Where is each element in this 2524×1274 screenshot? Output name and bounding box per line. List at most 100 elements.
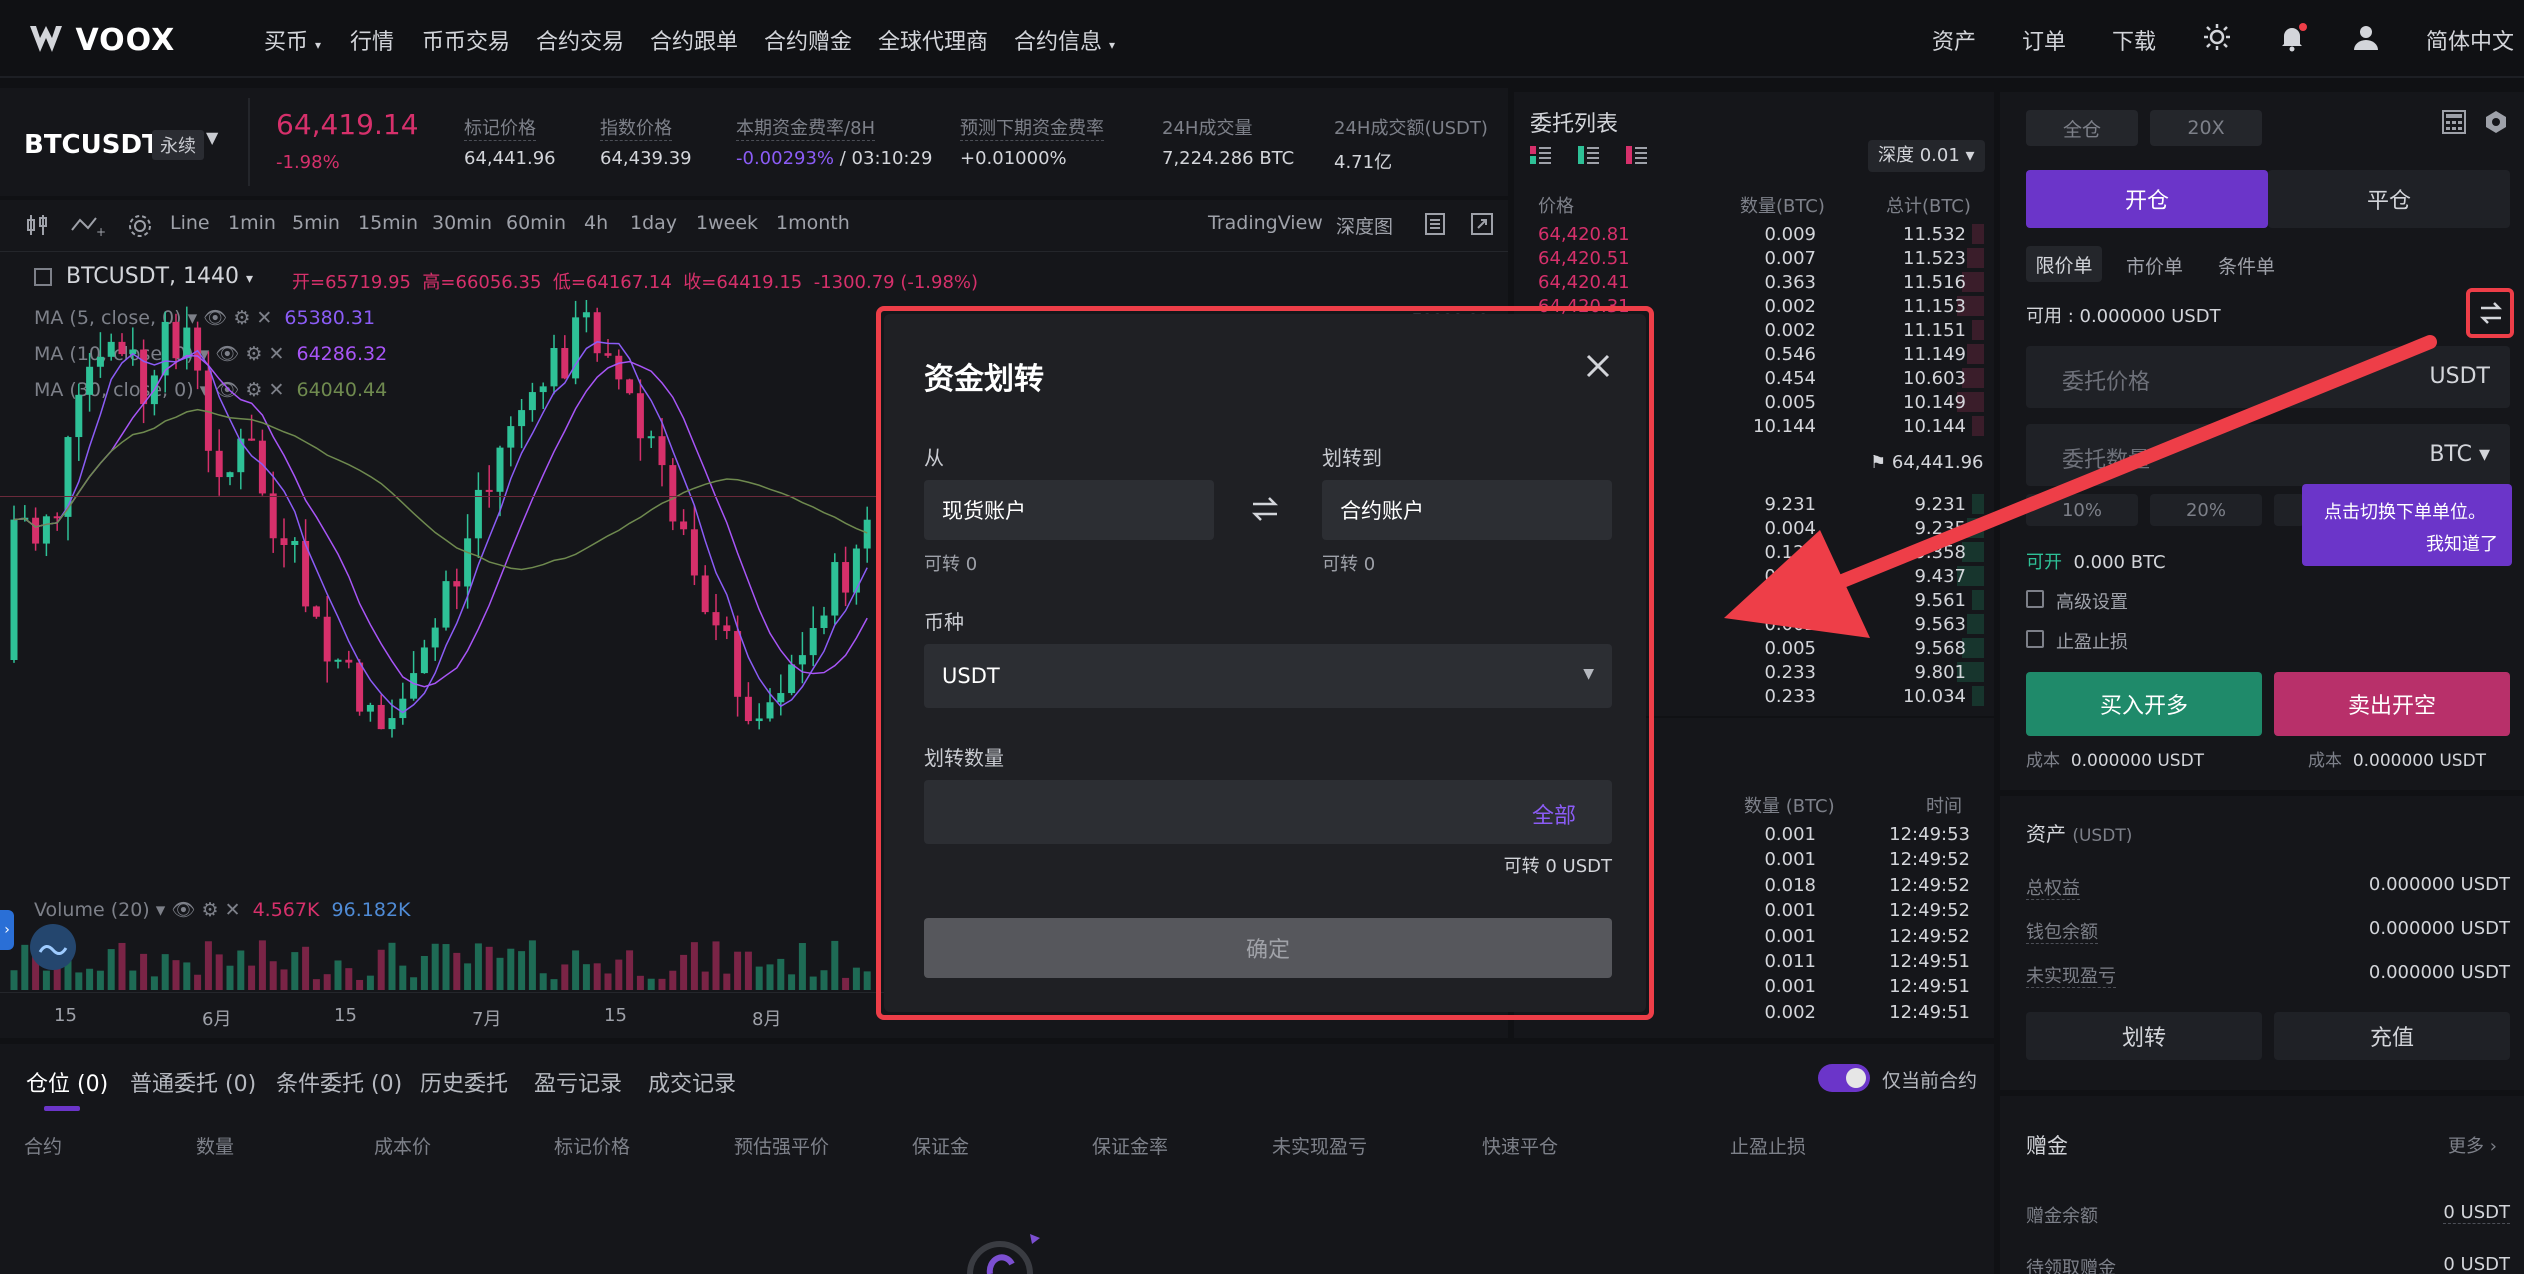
- margin-mode-button[interactable]: 全仓: [2026, 110, 2138, 146]
- market-order-tab[interactable]: 市价单: [2126, 252, 2183, 279]
- document-icon[interactable]: [1424, 212, 1446, 241]
- calculator-icon[interactable]: [2442, 110, 2466, 134]
- depth-chart-tab[interactable]: 深度图: [1336, 212, 1393, 239]
- volume-legend[interactable]: Volume (20) ▾ 👁 ⚙ ✕ 4.567K 96.182K: [34, 898, 411, 921]
- deposit-button[interactable]: 充值: [2274, 1012, 2510, 1060]
- nav-buy-coin[interactable]: 买币 ▾: [264, 24, 321, 56]
- user-avatar-icon[interactable]: [2350, 22, 2382, 54]
- notification-bell-icon[interactable]: [2276, 22, 2308, 54]
- tab-open-orders[interactable]: 普通委托 (0): [130, 1066, 256, 1098]
- volume-bar: [161, 954, 169, 990]
- settings-hexagon-icon[interactable]: [2484, 110, 2508, 134]
- nav-market[interactable]: 行情: [350, 24, 394, 56]
- interval-15min[interactable]: 15min: [358, 212, 418, 234]
- close-icon[interactable]: [1584, 352, 1612, 380]
- bonus-more-link[interactable]: 更多 ›: [2448, 1132, 2497, 1158]
- volume-bar: [280, 969, 288, 990]
- nav-agents[interactable]: 全球代理商: [878, 24, 988, 56]
- volume-bar: [323, 974, 331, 990]
- conditional-order-tab[interactable]: 条件单: [2218, 252, 2275, 279]
- nav-assets[interactable]: 资产: [1932, 24, 1976, 56]
- book-row[interactable]: 64,420.81 0.009 11.532: [1514, 222, 1994, 246]
- tab-conditional-orders[interactable]: 条件委托 (0): [276, 1066, 402, 1098]
- trades-header-qty: 数量 (BTC): [1744, 796, 1835, 817]
- candle-type-icon[interactable]: [24, 212, 50, 243]
- interval-1day[interactable]: 1day: [630, 212, 677, 234]
- amount-available: 可转 0 USDT: [1503, 856, 1612, 877]
- nav-copy-trading[interactable]: 合约跟单: [650, 24, 738, 56]
- candlestick-chart[interactable]: [0, 300, 880, 860]
- tab-positions[interactable]: 仓位 (0): [26, 1066, 108, 1098]
- book-bids-icon[interactable]: [1578, 144, 1600, 166]
- candle-body: [647, 436, 655, 439]
- book-row[interactable]: 64,420.41 0.363 11.516: [1514, 270, 1994, 294]
- limit-order-tab[interactable]: 限价单: [2026, 246, 2102, 282]
- interval-30min[interactable]: 30min: [432, 212, 492, 234]
- tab-pnl-records[interactable]: 盈亏记录: [534, 1066, 622, 1098]
- tradingview-tab[interactable]: TradingView: [1208, 212, 1323, 234]
- volume-bar: [237, 950, 245, 990]
- book-row[interactable]: 64,420.51 0.007 11.523: [1514, 246, 1994, 270]
- settings-gear-icon[interactable]: [126, 212, 154, 245]
- to-account-select[interactable]: 合约账户: [1322, 480, 1612, 540]
- interval-5min[interactable]: 5min: [292, 212, 340, 234]
- x-axis-label: 7月: [472, 1009, 502, 1030]
- current-contract-toggle[interactable]: [1818, 1064, 1870, 1092]
- nav-contract-info[interactable]: 合约信息 ▾: [1014, 24, 1115, 56]
- swap-accounts-icon[interactable]: [1250, 494, 1280, 524]
- buy-long-button[interactable]: 买入开多: [2026, 672, 2262, 736]
- symbol-dropdown-icon[interactable]: ▼: [206, 128, 218, 147]
- all-amount-button[interactable]: 全部: [1532, 798, 1576, 830]
- nav-futures[interactable]: 合约交易: [536, 24, 624, 56]
- col-header: 合约: [24, 1136, 63, 1158]
- symbol-name[interactable]: BTCUSDT: [24, 130, 160, 160]
- interval-1month[interactable]: 1month: [776, 212, 850, 234]
- volume-bar: [615, 959, 623, 990]
- candle-body: [399, 698, 407, 719]
- interval-4h[interactable]: 4h: [584, 212, 608, 234]
- fullscreen-icon[interactable]: [1470, 212, 1494, 241]
- nav-orders[interactable]: 订单: [2022, 24, 2066, 56]
- candle-body: [237, 438, 245, 473]
- candle-body: [442, 581, 450, 628]
- line-chart-button[interactable]: Line: [170, 212, 210, 234]
- book-both-icon[interactable]: [1530, 144, 1552, 166]
- expand-toolbar-handle[interactable]: ›: [0, 910, 14, 950]
- nav-spot[interactable]: 币币交易: [422, 24, 510, 56]
- chart-title[interactable]: BTCUSDT, 1440 ▾: [66, 264, 253, 289]
- depth-select[interactable]: 深度 0.01 ▾: [1868, 140, 1985, 172]
- amount-input[interactable]: 全部: [924, 780, 1612, 844]
- interval-60min[interactable]: 60min: [506, 212, 566, 234]
- book-total: 11.153: [1903, 296, 1966, 317]
- interval-1week[interactable]: 1week: [696, 212, 758, 234]
- tab-trade-history[interactable]: 成交记录: [648, 1066, 736, 1098]
- leverage-button[interactable]: 20X: [2150, 110, 2262, 146]
- caret-down-icon: ▾: [1109, 38, 1116, 52]
- candle-body: [140, 349, 148, 405]
- close-position-tab[interactable]: 平仓: [2268, 170, 2510, 228]
- indicator-icon[interactable]: +: [70, 212, 106, 243]
- nav-bonus[interactable]: 合约赠金: [764, 24, 852, 56]
- language-select[interactable]: 简体中文: [2426, 24, 2514, 56]
- voox-logo-icon: [28, 24, 64, 54]
- trade-time: 12:49:51: [1889, 976, 1970, 998]
- sell-short-button[interactable]: 卖出开空: [2274, 672, 2510, 736]
- coin-select[interactable]: USDT ▼: [924, 644, 1612, 708]
- transfer-swap-icon[interactable]: [2478, 300, 2504, 326]
- collapse-legend-icon[interactable]: [34, 268, 52, 286]
- volume-bar: [194, 974, 202, 990]
- transfer-button[interactable]: 划转: [2026, 1012, 2262, 1060]
- book-asks-icon[interactable]: [1626, 144, 1648, 166]
- from-account-select[interactable]: 现货账户: [924, 480, 1214, 540]
- candle-body: [42, 516, 50, 544]
- volume-bar: [291, 952, 299, 990]
- voox-logo[interactable]: VOOX: [28, 20, 175, 58]
- open-position-tab[interactable]: 开仓: [2026, 170, 2268, 228]
- confirm-button[interactable]: 确定: [924, 918, 1612, 978]
- interval-1min[interactable]: 1min: [228, 212, 276, 234]
- theme-sun-icon[interactable]: [2202, 22, 2232, 52]
- volume-bar: [302, 946, 310, 990]
- bonus-row: 待领取赠金 0 USDT: [2026, 1254, 2510, 1274]
- nav-download[interactable]: 下载: [2112, 24, 2156, 56]
- tab-order-history[interactable]: 历史委托: [420, 1066, 508, 1098]
